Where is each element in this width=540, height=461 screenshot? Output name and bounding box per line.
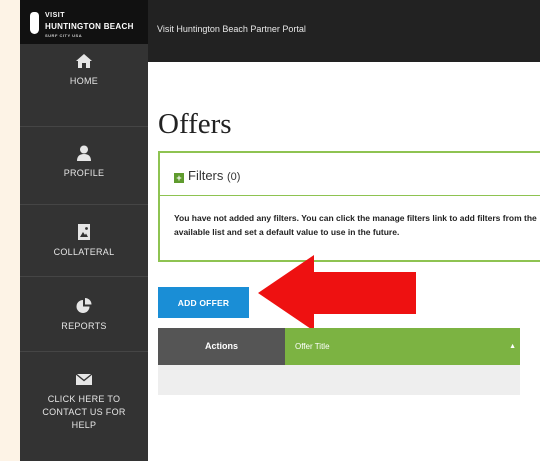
red-arrow-annotation (258, 255, 416, 331)
filters-message: You have not added any filters. You can … (174, 213, 537, 237)
sidebar-item-label: CLICK HERE TO CONTACT US FOR HELP (42, 394, 126, 430)
top-bar: Visit Huntington Beach Partner Portal (148, 0, 540, 62)
filters-divider (160, 195, 540, 196)
logo[interactable]: VISIT HUNTINGTON BEACH SURF CITY USA (20, 0, 148, 44)
sort-up-icon[interactable]: ▲ (509, 328, 516, 365)
offers-table: Actions Offer Title ▲ (158, 328, 520, 395)
pie-chart-icon (76, 298, 92, 313)
plus-square-icon: + (174, 173, 184, 183)
portal-title: Visit Huntington Beach Partner Portal (157, 24, 306, 34)
sidebar-item-label: PROFILE (63, 168, 105, 178)
table-row (158, 365, 520, 395)
sidebar-item-home[interactable]: HOME (20, 50, 148, 127)
table-header-row: Actions Offer Title ▲ (158, 328, 520, 365)
surfboard-logo-icon (30, 12, 39, 34)
home-icon (76, 54, 92, 68)
user-icon (77, 145, 91, 161)
sidebar-item-profile[interactable]: PROFILE (20, 127, 148, 205)
image-file-icon (78, 224, 90, 240)
sidebar-item-label: COLLATERAL (53, 247, 115, 257)
sidebar-item-label: HOME (69, 76, 99, 86)
column-header-actions: Actions (158, 328, 285, 365)
column-header-label: Offer Title (295, 342, 330, 351)
sidebar-item-label: REPORTS (61, 321, 107, 331)
filters-panel: + Filters (0) You have not added any filt… (158, 151, 540, 262)
logo-tagline: SURF CITY USA (45, 33, 83, 38)
sidebar: VISIT HUNTINGTON BEACH SURF CITY USA HOM… (20, 0, 148, 461)
filters-count: (0) (227, 171, 241, 183)
logo-line-1: VISIT (45, 12, 66, 19)
add-offer-button[interactable]: ADD OFFER (158, 287, 249, 318)
sidebar-item-reports[interactable]: REPORTS (20, 278, 148, 352)
sidebar-item-contact-help[interactable]: CLICK HERE TO CONTACT US FOR HELP (20, 353, 148, 461)
page-title: Offers (158, 108, 232, 140)
filters-title: Filters (188, 168, 224, 183)
sidebar-item-collateral[interactable]: COLLATERAL (20, 206, 148, 277)
logo-line-2: HUNTINGTON BEACH (45, 22, 134, 31)
column-header-offer-title[interactable]: Offer Title ▲ (285, 328, 520, 365)
envelope-icon (75, 373, 93, 385)
filters-toggle[interactable]: + Filters (0) (174, 168, 240, 183)
